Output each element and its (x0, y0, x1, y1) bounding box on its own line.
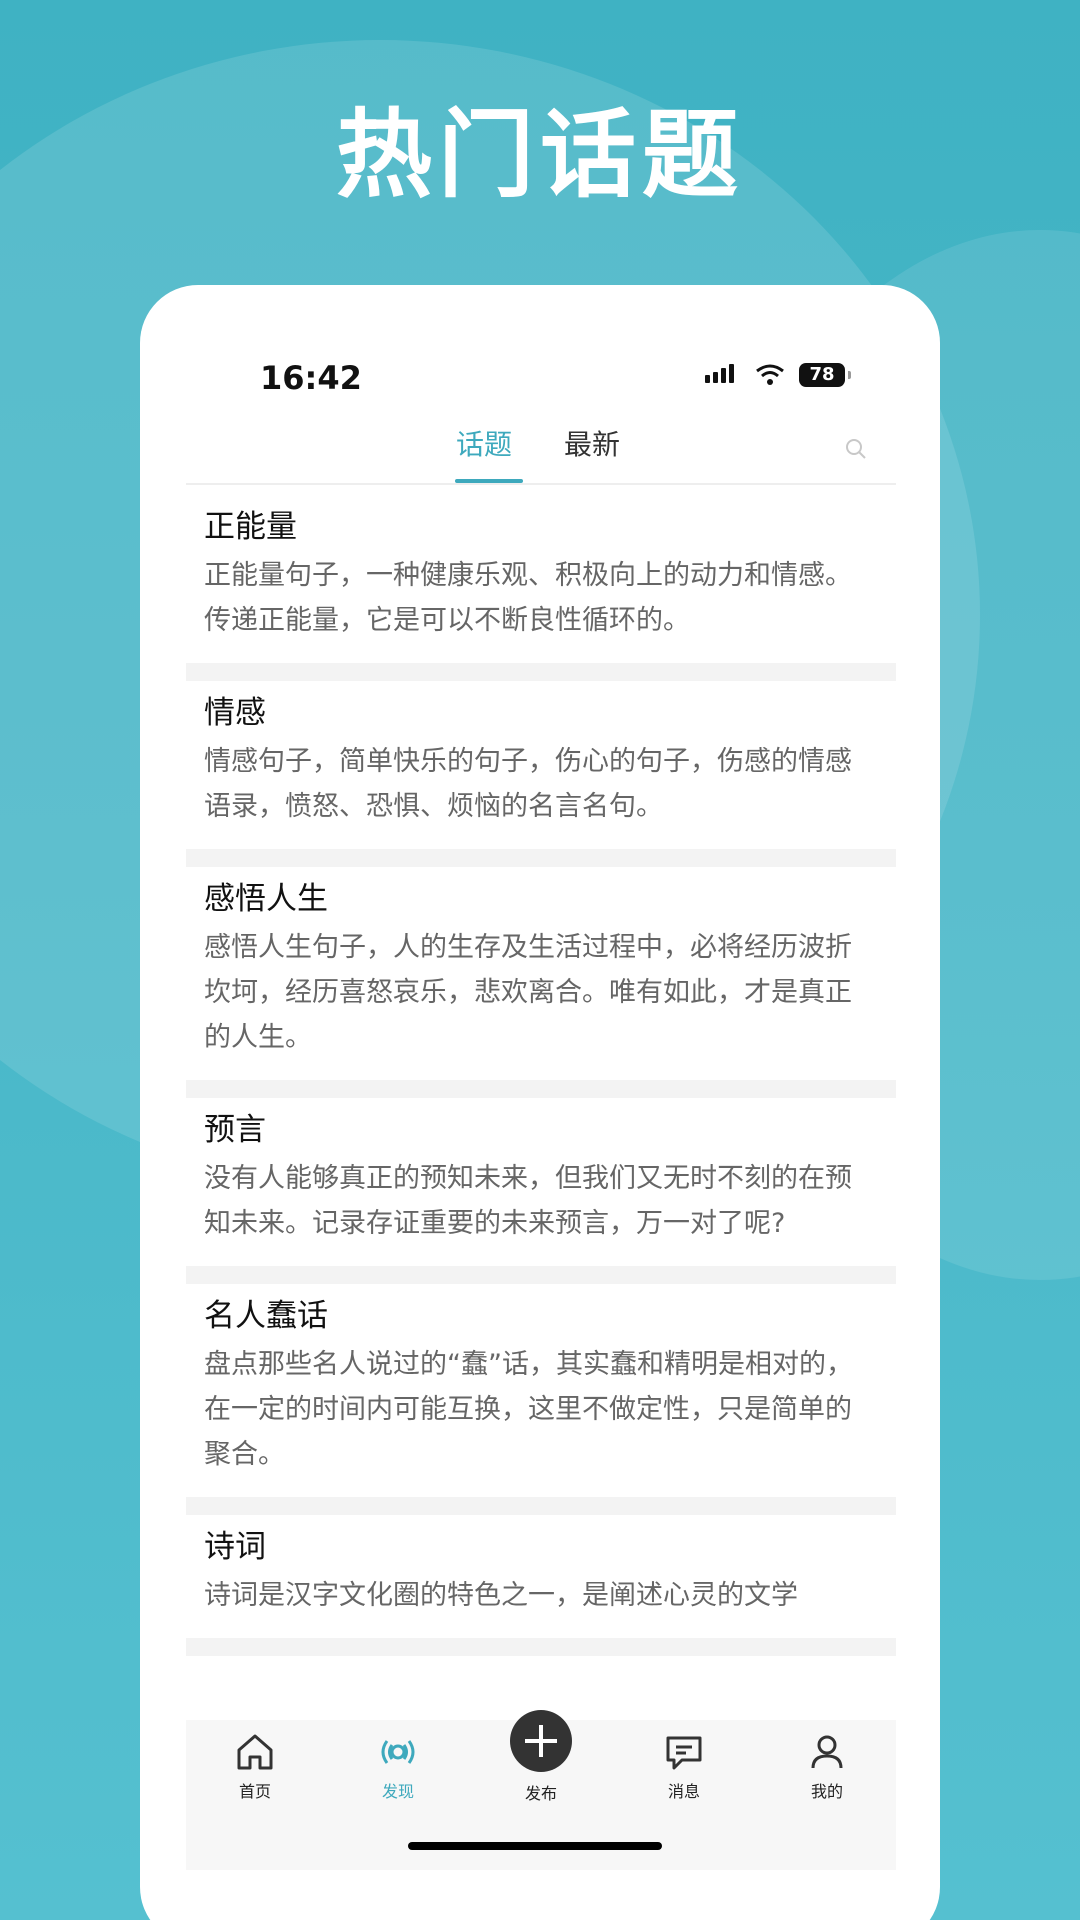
topic-item[interactable]: 名人蠢话 盘点那些名人说过的“蠢”话，其实蠢和精明是相对的，在一定的时间内可能互… (186, 1284, 896, 1515)
user-icon (811, 1735, 843, 1769)
status-bar: 16:42 78 (140, 285, 940, 405)
tab-bar: 话题 最新 (186, 425, 896, 485)
topic-title: 名人蠢话 (204, 1298, 328, 1334)
active-tab-indicator (455, 479, 523, 483)
home-icon (237, 1734, 273, 1770)
topic-item[interactable]: 预言 没有人能够真正的预知未来，但我们又无时不刻的在预知未来。记录存证重要的未来… (186, 1098, 896, 1284)
nav-messages[interactable]: 消息 (629, 1728, 739, 1802)
tab-latest[interactable]: 最新 (564, 425, 620, 465)
nav-messages-label: 消息 (667, 1782, 700, 1801)
topic-description: 情感句子，简单快乐的句子，伤心的句子，伤感的情感语录，愤怒、恐惧、烦恼的名言名句… (204, 746, 852, 822)
topic-title: 诗词 (204, 1529, 266, 1565)
status-icons: 78 (705, 363, 851, 387)
nav-discover[interactable]: 发现 (343, 1728, 453, 1802)
wifi-icon (756, 364, 784, 385)
battery-icon: 78 (799, 363, 851, 387)
topic-description: 感悟人生句子，人的生存及生活过程中，必将经历波折坎坷，经历喜怒哀乐，悲欢离合。唯… (204, 932, 852, 1053)
nav-home[interactable]: 首页 (200, 1728, 310, 1802)
nav-publish-label: 发布 (524, 1784, 557, 1803)
topic-title: 正能量 (204, 509, 297, 545)
message-icon (666, 1736, 702, 1770)
nav-mine-label: 我的 (810, 1782, 843, 1801)
tab-topics[interactable]: 话题 (456, 425, 512, 465)
topic-description: 正能量句子，一种健康乐观、积极向上的动力和情感。传递正能量，它是可以不断良性循环… (204, 560, 852, 636)
hero-title: 热门话题 (336, 99, 744, 211)
home-indicator (408, 1842, 662, 1850)
topic-description: 盘点那些名人说过的“蠢”话，其实蠢和精明是相对的，在一定的时间内可能互换，这里不… (204, 1349, 853, 1470)
topic-title: 感悟人生 (204, 881, 328, 917)
status-time: 16:42 (260, 359, 362, 397)
topic-description: 诗词是汉字文化圈的特色之一，是阐述心灵的文学 (204, 1580, 798, 1611)
topic-title: 预言 (204, 1112, 266, 1148)
topic-list: 正能量 正能量句子，一种健康乐观、积极向上的动力和情感。传递正能量，它是可以不断… (186, 495, 896, 1675)
topic-item[interactable]: 情感 情感句子，简单快乐的句子，伤心的句子，伤感的情感语录，愤怒、恐惧、烦恼的名… (186, 681, 896, 867)
nav-home-label: 首页 (238, 1782, 271, 1801)
nav-publish[interactable]: 发布 (486, 1710, 596, 1804)
topic-item[interactable]: 感悟人生 感悟人生句子，人的生存及生活过程中，必将经历波折坎坷，经历喜怒哀乐，悲… (186, 867, 896, 1098)
broadcast-icon (381, 1740, 415, 1764)
topic-item[interactable]: 诗词 诗词是汉字文化圈的特色之一，是阐述心灵的文学 (186, 1515, 896, 1656)
plus-icon (510, 1710, 572, 1772)
topic-item[interactable]: 正能量 正能量句子，一种健康乐观、积极向上的动力和情感。传递正能量，它是可以不断… (186, 495, 896, 681)
search-icon[interactable] (844, 437, 868, 461)
topic-title: 情感 (204, 695, 266, 731)
phone-screen: 16:42 78 话题 最新 正能量 正能量句子，一种健康乐观、积极向上的动力和… (140, 285, 940, 1920)
topic-description: 没有人能够真正的预知未来，但我们又无时不刻的在预知未来。记录存证重要的未来预言，… (204, 1163, 852, 1239)
nav-discover-label: 发现 (381, 1782, 414, 1801)
nav-mine[interactable]: 我的 (772, 1728, 882, 1802)
signal-icon (705, 364, 734, 383)
